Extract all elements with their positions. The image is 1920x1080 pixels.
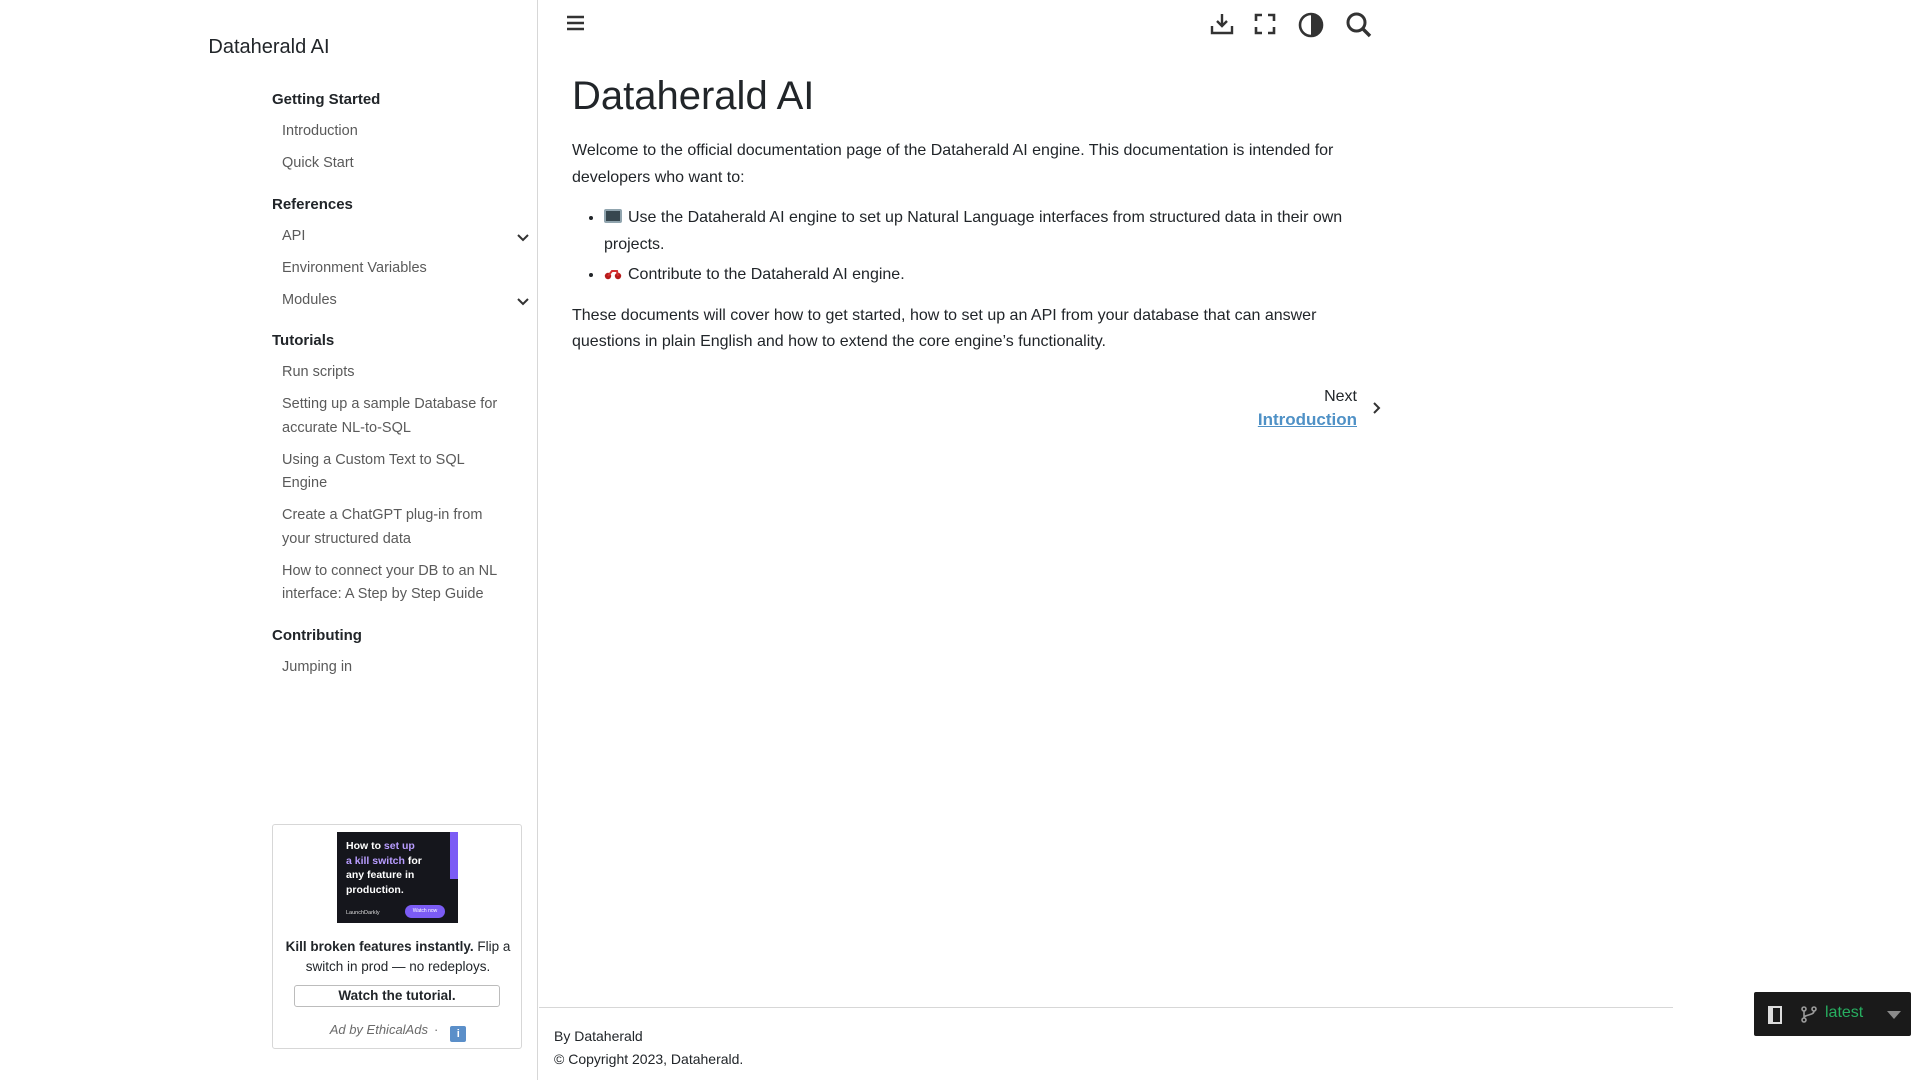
nav-list-contributing: Jumping in	[272, 656, 538, 680]
computer-icon	[604, 209, 622, 223]
ad-image[interactable]: How to set up a kill switch for any feat…	[337, 832, 458, 923]
sidebar-item-api[interactable]: API	[272, 225, 538, 249]
footer-copyright: © Copyright 2023, Dataherald.	[554, 1051, 744, 1067]
ad-image-cta: Watch now	[405, 905, 445, 918]
nav-list-getting-started: Introduction Quick Start	[272, 120, 538, 176]
ad-image-line: How to set up	[346, 840, 415, 852]
chevron-down-icon[interactable]	[514, 292, 532, 310]
next-page-title[interactable]: Introduction	[1258, 410, 1357, 430]
intro-paragraph: Welcome to the official documentation pa…	[572, 142, 1334, 186]
footer-divider	[539, 1007, 1673, 1008]
nav-list-tutorials: Run scripts Setting up a sample Database…	[272, 361, 538, 607]
list-item-text: Contribute to the Dataherald AI engine.	[628, 266, 905, 283]
nav-section-references: References	[272, 195, 353, 213]
git-branch-icon	[1800, 1005, 1818, 1023]
nav-section-contributing: Contributing	[272, 626, 362, 644]
version-label: latest	[1825, 1004, 1864, 1021]
chevron-down-icon[interactable]	[514, 228, 532, 246]
nav-section-tutorials: Tutorials	[272, 332, 335, 349]
menu-icon[interactable]	[564, 12, 590, 36]
next-label: Next	[1324, 388, 1357, 405]
fullscreen-icon[interactable]	[1252, 11, 1278, 37]
ad-image-logo: LaunchDarkly	[346, 910, 380, 916]
nav-list-references: API Environment Variables Modules	[272, 225, 538, 313]
next-page-link[interactable]: Next Introduction	[1252, 388, 1392, 436]
ad-image-line: production.	[346, 883, 404, 896]
sidebar-item-label: Modules	[282, 291, 337, 308]
version-switcher[interactable]: latest	[1754, 992, 1911, 1036]
sidebar-item-connect-db-guide[interactable]: How to connect your DB to an NL interfac…	[272, 560, 538, 607]
list-item: Contribute to the Dataherald AI engine.	[604, 262, 1372, 289]
sidebar-item-jumping-in[interactable]: Jumping in	[272, 656, 538, 680]
download-icon[interactable]	[1209, 11, 1235, 37]
feature-list: Use the Dataherald AI engine to set up N…	[604, 205, 1372, 289]
search-icon[interactable]	[1345, 11, 1372, 38]
sidebar-item-introduction[interactable]: Introduction	[272, 120, 538, 144]
article-content: Dataherald AI Welcome to the official do…	[572, 70, 1372, 356]
caret-down-icon	[1887, 1011, 1901, 1019]
ad-text[interactable]: Kill broken features instantly. Flip a s…	[283, 937, 513, 977]
page-title: Dataherald AI	[572, 74, 815, 118]
ad-cta-button[interactable]: Watch the tutorial.	[294, 985, 500, 1007]
footer-author: By Dataherald	[554, 1028, 643, 1044]
nav-section-getting-started: Getting Started	[272, 91, 381, 108]
sidebar-item-sample-database[interactable]: Setting up a sample Database for accurat…	[272, 393, 538, 440]
sidebar-nav: Getting Started Introduction Quick Start…	[272, 89, 538, 697]
theme-toggle-icon[interactable]	[1297, 11, 1324, 38]
info-icon[interactable]: i	[450, 1026, 467, 1042]
footer: By Dataherald © Copyright 2023, Datahera…	[554, 1025, 743, 1071]
list-item-text: Use the Dataherald AI engine to set up N…	[604, 209, 1343, 253]
ethical-ad: How to set up a kill switch for any feat…	[272, 824, 522, 1049]
ad-image-accent	[450, 832, 458, 879]
list-item: Use the Dataherald AI engine to set up N…	[604, 205, 1372, 258]
sidebar-item-modules[interactable]: Modules	[272, 289, 538, 313]
ad-text-bold: Kill broken features instantly.	[285, 939, 474, 954]
ad-image-line: a kill switch for	[346, 854, 422, 867]
chevron-right-icon	[1368, 400, 1384, 416]
ad-separator: ·	[433, 1022, 439, 1037]
ad-attribution-link[interactable]: Ad by EthicalAds	[330, 1022, 428, 1037]
ad-attribution: Ad by EthicalAds · i	[273, 1022, 523, 1042]
sidebar: Dataherald AI Getting Started Introducti…	[0, 0, 538, 1080]
book-icon	[1768, 1006, 1782, 1024]
sidebar-item-environment-variables[interactable]: Environment Variables	[272, 257, 538, 281]
outro-paragraph: These documents will cover how to get st…	[572, 306, 1317, 351]
sidebar-item-custom-sql-engine[interactable]: Using a Custom Text to SQL Engine	[272, 449, 538, 496]
sidebar-item-quick-start[interactable]: Quick Start	[272, 152, 538, 176]
motorcycle-icon	[604, 263, 622, 280]
top-toolbar	[539, 0, 1399, 48]
sidebar-item-label: API	[282, 227, 306, 244]
ad-image-line: any feature in	[346, 869, 415, 881]
sidebar-item-chatgpt-plugin[interactable]: Create a ChatGPT plug-in from your struc…	[272, 504, 538, 551]
site-brand[interactable]: Dataherald AI	[0, 36, 538, 59]
sidebar-item-run-scripts[interactable]: Run scripts	[272, 361, 538, 385]
